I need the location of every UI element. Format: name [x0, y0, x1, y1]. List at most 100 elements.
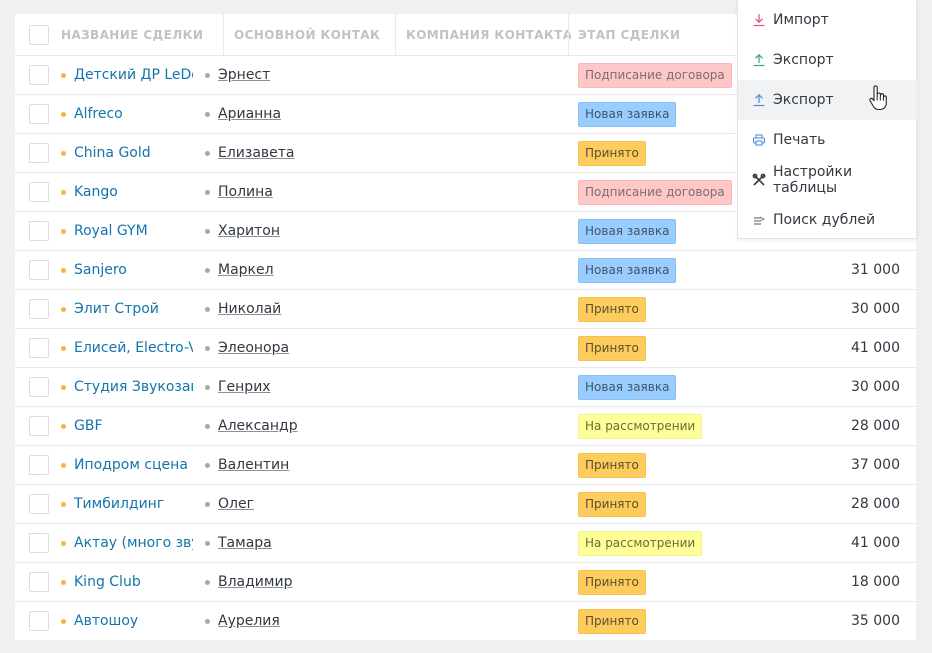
row-checkbox[interactable] [29, 572, 49, 592]
deal-name-link[interactable]: GBF [74, 418, 103, 434]
row-checkbox[interactable] [29, 260, 49, 280]
header-stage[interactable]: ЭТАП СДЕЛКИ [578, 14, 738, 55]
contact-link[interactable]: Аурелия [218, 613, 280, 629]
contact-cell: Аурелия [205, 602, 395, 640]
deal-name-link[interactable]: Детский ДР LeDom [74, 67, 193, 83]
contact-link[interactable]: Эрнест [218, 67, 270, 83]
deal-name-link[interactable]: Студия Звукозапис [74, 379, 193, 395]
stage-badge: Новая заявка [578, 257, 677, 283]
deal-name-link[interactable]: Royal GYM [74, 223, 148, 239]
company-cell [406, 173, 566, 211]
menu-item-label: Печать [773, 132, 826, 148]
contact-link[interactable]: Александр [218, 418, 298, 434]
header-contact[interactable]: ОСНОВНОЙ КОНТАК [234, 14, 394, 55]
row-checkbox[interactable] [29, 533, 49, 553]
column-divider[interactable] [395, 14, 396, 56]
budget-cell: 18 000 [851, 574, 900, 590]
menu-item-label: Экспорт [773, 92, 834, 108]
table-row[interactable]: Элит Строй Николай Принято 30 000 [15, 290, 916, 329]
table-row[interactable]: Тимбилдинг Олег Принято 28 000 [15, 485, 916, 524]
table-row[interactable]: GBF Александр На рассмотрении 28 000 [15, 407, 916, 446]
deal-name-link[interactable]: Alfreco [74, 106, 123, 122]
upload-arrow-icon [752, 93, 773, 107]
company-cell [406, 212, 566, 250]
deal-name-link[interactable]: Елисей, Electro-Voi [74, 340, 193, 356]
deal-name-cell: Элит Строй [61, 290, 193, 328]
row-checkbox[interactable] [29, 182, 49, 202]
deal-name-link[interactable]: China Gold [74, 145, 151, 161]
table-row[interactable]: Sanjero Маркел Новая заявка 31 000 [15, 251, 916, 290]
table-row[interactable]: Иподром сцена Валентин Принято 37 000 [15, 446, 916, 485]
row-checkbox[interactable] [29, 455, 49, 475]
contact-link[interactable]: Олег [218, 496, 254, 512]
column-divider[interactable] [223, 14, 224, 56]
row-checkbox[interactable] [29, 494, 49, 514]
table-row[interactable]: King Club Владимир Принято 18 000 [15, 563, 916, 602]
row-checkbox[interactable] [29, 416, 49, 436]
row-checkbox[interactable] [29, 143, 49, 163]
table-row[interactable]: Елисей, Electro-Voi Элеонора Принято 41 … [15, 329, 916, 368]
contact-cell: Александр [205, 407, 395, 445]
deal-name-link[interactable]: Kango [74, 184, 118, 200]
menu-item[interactable]: Экспорт [738, 40, 917, 80]
contact-link[interactable]: Полина [218, 184, 273, 200]
header-company[interactable]: КОМПАНИЯ КОНТАКТА [406, 14, 571, 55]
deal-name-link[interactable]: Автошоу [74, 613, 138, 629]
stage-cell: Подписание договора [578, 56, 758, 94]
menu-item[interactable]: Настройки таблицы [738, 160, 917, 200]
deal-name-link[interactable]: Элит Строй [74, 301, 159, 317]
deal-status-dot [61, 267, 66, 273]
stage-badge: Новая заявка [578, 101, 677, 127]
menu-item[interactable]: Печать [738, 120, 917, 160]
menu-item[interactable]: Поиск дублей [738, 200, 917, 240]
stage-badge: На рассмотрении [578, 530, 703, 556]
row-checkbox[interactable] [29, 338, 49, 358]
deal-name-link[interactable]: Актау (много звука [74, 535, 193, 551]
deal-name-link[interactable]: King Club [74, 574, 141, 590]
stage-badge: Новая заявка [578, 374, 677, 400]
row-checkbox[interactable] [29, 377, 49, 397]
deal-name-cell: Иподром сцена [61, 446, 193, 484]
deal-name-cell: Тимбилдинг [61, 485, 193, 523]
contact-link[interactable]: Арианна [218, 106, 281, 122]
budget-cell: 30 000 [851, 379, 900, 395]
menu-item[interactable]: Экспорт [738, 80, 917, 120]
deal-name-cell: China Gold [61, 134, 193, 172]
row-checkbox[interactable] [29, 611, 49, 631]
download-arrow-icon [752, 13, 773, 27]
row-checkbox-cell [29, 368, 53, 406]
menu-item[interactable]: Импорт [738, 0, 917, 40]
row-checkbox[interactable] [29, 104, 49, 124]
deal-name-link[interactable]: Sanjero [74, 262, 127, 278]
deal-status-dot [61, 618, 66, 624]
contact-link[interactable]: Валентин [218, 457, 289, 473]
contact-link[interactable]: Николай [218, 301, 281, 317]
row-checkbox[interactable] [29, 65, 49, 85]
deal-name-link[interactable]: Тимбилдинг [74, 496, 164, 512]
row-checkbox[interactable] [29, 221, 49, 241]
stage-badge: Принято [578, 608, 646, 634]
contact-link[interactable]: Владимир [218, 574, 292, 590]
stage-badge: Принято [578, 296, 646, 322]
contact-link[interactable]: Генрих [218, 379, 271, 395]
stage-cell: На рассмотрении [578, 407, 758, 445]
contact-link[interactable]: Маркел [218, 262, 274, 278]
table-row[interactable]: Актау (много звука Тамара На рассмотрени… [15, 524, 916, 563]
deal-name-link[interactable]: Иподром сцена [74, 457, 188, 473]
contact-cell: Харитон [205, 212, 395, 250]
contact-link[interactable]: Тамара [218, 535, 272, 551]
contact-link[interactable]: Харитон [218, 223, 280, 239]
row-checkbox[interactable] [29, 299, 49, 319]
contact-link[interactable]: Елизавета [218, 145, 295, 161]
contact-status-dot [205, 540, 210, 546]
row-checkbox-cell [29, 134, 53, 172]
budget-cell: 31 000 [851, 262, 900, 278]
column-divider[interactable] [568, 14, 569, 56]
table-row[interactable]: Автошоу Аурелия Принято 35 000 [15, 602, 916, 640]
stage-badge: Принято [578, 491, 646, 517]
header-name[interactable]: НАЗВАНИЕ СДЕЛКИ [61, 14, 221, 55]
table-row[interactable]: Студия Звукозапис Генрих Новая заявка 30… [15, 368, 916, 407]
deal-name-cell: King Club [61, 563, 193, 601]
contact-link[interactable]: Элеонора [218, 340, 289, 356]
select-all-checkbox[interactable] [29, 24, 49, 45]
